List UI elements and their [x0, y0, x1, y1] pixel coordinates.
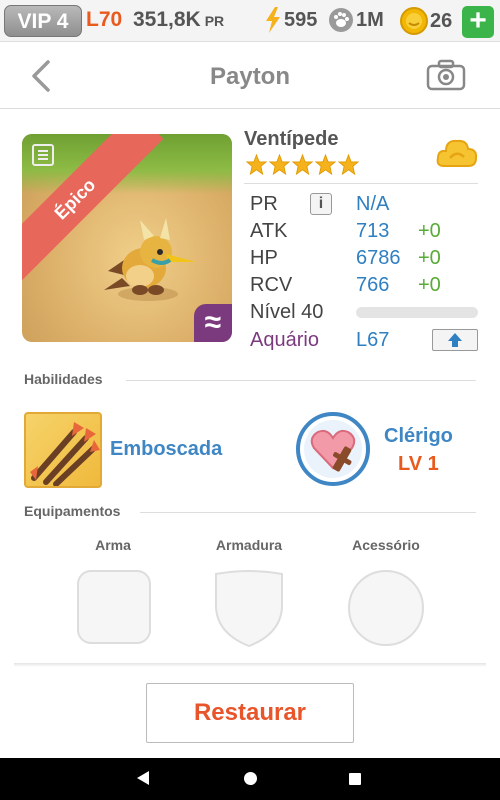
- xp-progress-bar: [356, 307, 478, 318]
- player-level: L70: [86, 8, 123, 31]
- pet-creature-image: [104, 218, 196, 301]
- skills-divider: [126, 380, 476, 381]
- paw-value: 1M: [356, 8, 384, 31]
- info-button[interactable]: i: [310, 193, 332, 215]
- nav-recents-icon[interactable]: [349, 773, 361, 785]
- aquarium-label: Aquário: [250, 329, 319, 351]
- accessory-slot[interactable]: [348, 570, 424, 646]
- energy-counter[interactable]: 595: [264, 7, 317, 33]
- aquarium-upgrade-button[interactable]: [432, 329, 478, 351]
- class-level: LV 1: [398, 453, 439, 475]
- paw-counter[interactable]: 1M: [328, 7, 384, 33]
- star-icon: [315, 154, 336, 175]
- stat-label-rcv: RCV: [250, 274, 293, 296]
- aquarium-level: L67: [356, 329, 390, 351]
- page-title: Payton: [209, 63, 290, 90]
- cleric-class-icon[interactable]: [296, 412, 370, 486]
- skills-heading: Habilidades: [24, 371, 103, 387]
- pet-level-label: Nível 40: [250, 301, 324, 323]
- camera-icon[interactable]: [426, 59, 466, 91]
- star-icon: [269, 154, 290, 175]
- element-badge: ≈: [194, 304, 232, 342]
- stat-value-hp: 6786: [356, 247, 401, 269]
- stat-label-atk: ATK: [250, 220, 288, 242]
- armor-slot[interactable]: [212, 568, 286, 648]
- player-power: 351,8K PR: [133, 8, 224, 32]
- status-bar: VIP 4 L70 351,8K PR 595 1M 26 +: [0, 0, 500, 42]
- stat-bonus-atk: +0: [418, 220, 441, 242]
- add-currency-button[interactable]: +: [462, 6, 494, 38]
- star-icon: [246, 154, 267, 175]
- player-power-value: 351,8K: [133, 8, 201, 31]
- stat-bonus-rcv: +0: [418, 274, 441, 296]
- stat-label-hp: HP: [250, 247, 278, 269]
- class-name[interactable]: Clérigo: [384, 425, 453, 448]
- star-rating: [246, 154, 359, 175]
- energy-value: 595: [284, 8, 318, 31]
- coin-value: 26: [430, 9, 453, 32]
- stat-bonus-hp: +0: [418, 247, 441, 269]
- star-icon: [292, 154, 313, 175]
- stat-label-pr: PR: [250, 193, 278, 215]
- name-divider: [244, 183, 478, 184]
- stat-value-pr: N/A: [356, 193, 390, 215]
- coin-counter[interactable]: 26: [400, 7, 452, 35]
- cloud-icon[interactable]: [436, 136, 478, 170]
- equipment-divider: [140, 512, 476, 513]
- coin-icon: [400, 7, 428, 35]
- page-header: Payton: [0, 43, 500, 109]
- slot-label-accessory: Acessório: [352, 537, 420, 553]
- arrows-icon: [30, 422, 100, 486]
- footer-divider: [14, 663, 486, 667]
- player-power-suffix: PR: [204, 13, 225, 29]
- slot-label-armor: Armadura: [215, 537, 283, 553]
- star-icon: [338, 154, 359, 175]
- paw-icon: [329, 8, 353, 32]
- lightning-icon: [266, 7, 280, 33]
- skill-ambush-icon[interactable]: [24, 412, 102, 488]
- nav-back-icon[interactable]: [136, 770, 150, 786]
- system-nav-bar: [0, 758, 500, 800]
- weapon-slot[interactable]: [77, 570, 151, 644]
- slot-label-weapon: Arma: [95, 537, 131, 553]
- restore-button[interactable]: Restaurar: [146, 683, 354, 743]
- vip-badge[interactable]: VIP 4: [4, 5, 82, 37]
- pet-name: Ventípede: [244, 128, 339, 150]
- stat-value-atk: 713: [356, 220, 390, 242]
- arrow-up-icon: [448, 333, 462, 347]
- nav-home-icon[interactable]: [244, 772, 257, 785]
- document-icon: [32, 144, 54, 166]
- skill-name[interactable]: Emboscada: [110, 438, 222, 461]
- equipment-heading: Equipamentos: [24, 503, 121, 519]
- stat-value-rcv: 766: [356, 274, 390, 296]
- pet-portrait[interactable]: Épico ≈: [22, 134, 232, 342]
